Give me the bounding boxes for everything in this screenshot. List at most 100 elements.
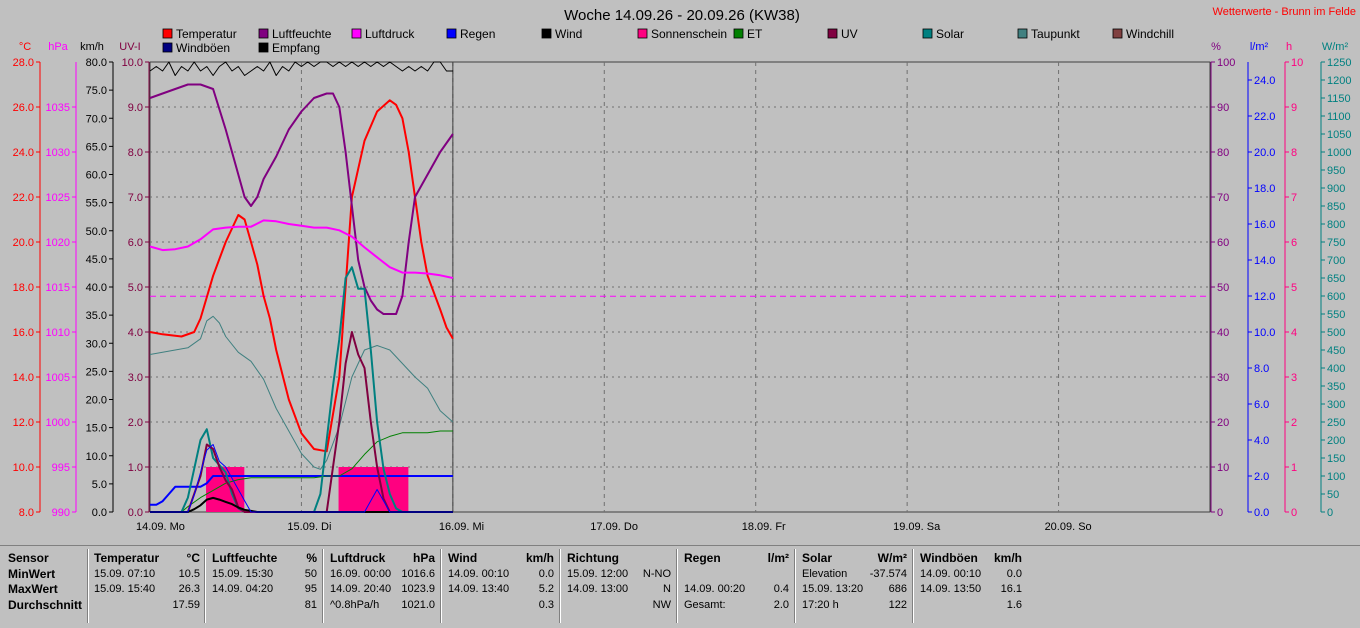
pressure-header: Luftdruck: [330, 551, 386, 565]
rain-axis-tick-label-6: 12.0: [1254, 291, 1275, 303]
legend-label-3: Regen: [460, 27, 495, 41]
rain-header: Regen: [684, 551, 721, 565]
uv-axis-tick-label-9: 9.0: [128, 102, 143, 114]
wind-axis-tick-label-14: 70.0: [86, 113, 107, 125]
pressure-min-value: 1016.6: [401, 567, 435, 580]
legend-label-0: Temperatur: [176, 27, 237, 41]
uv-axis-tick-label-6: 6.0: [128, 237, 143, 249]
stats-wind-column: Wind km/h 14.09. 00:10 0.0 14.09. 13:40 5.2…: [448, 551, 554, 628]
legend-label-1: Luftfeuchte: [272, 27, 332, 41]
gusts-avg-value: 1.6: [1006, 598, 1022, 611]
wind-axis-tick-label-12: 60.0: [86, 170, 107, 182]
uv-axis-tick-label-3: 3.0: [128, 372, 143, 384]
hum-axis-tick-label-10: 100: [1217, 57, 1235, 69]
wind-axis-tick-label-2: 10.0: [86, 451, 107, 463]
source-label: Wetterwerte - Brunn im Felde: [1213, 6, 1356, 18]
direction-min-value: N-NO: [642, 567, 671, 580]
day-label-4: 18.09. Fr: [742, 521, 786, 533]
pressure-avg-value: 1021.0: [401, 598, 435, 611]
wind-axis-tick-label-10: 50.0: [86, 226, 107, 238]
wind-header: Wind: [448, 551, 478, 565]
rain-axis-tick-label-3: 6.0: [1254, 399, 1269, 411]
rain-axis-tick-label-7: 14.0: [1254, 255, 1275, 267]
solar-avg-value: 122: [888, 598, 907, 611]
hum-axis-tick-label-5: 50: [1217, 282, 1229, 294]
solar-axis-tick-label-13: 650: [1327, 273, 1345, 285]
sun-axis-tick-label-10: 10: [1291, 57, 1303, 69]
wind-axis-tick-label-8: 40.0: [86, 282, 107, 294]
hum-axis-tick-label-6: 60: [1217, 237, 1229, 249]
rain-axis-tick-label-0: 0.0: [1254, 507, 1269, 519]
press-axis-tick-label-8: 1030: [46, 147, 70, 159]
wind-min-time: 14.09. 00:10: [448, 567, 510, 580]
temp-axis-tick-label-3: 14.0: [13, 372, 34, 384]
stats-pressure-column: Luftdruck hPa 16.09. 00:00 1016.6 14.09. 2…: [330, 551, 435, 628]
sensor-header: Sensor: [8, 551, 49, 565]
gusts-max-time: 14.09. 13:50: [920, 583, 982, 595]
stats-gusts-column: Windböen km/h 14.09. 00:10 0.0 14.09. 13:5…: [920, 551, 1022, 628]
temp-axis-title: °C: [19, 41, 31, 53]
day-label-0: 14.09. Mo: [136, 521, 185, 533]
gusts-min-time: 14.09. 00:10: [920, 567, 982, 580]
legend-swatch-12: [258, 42, 269, 53]
day-label-5: 19.09. Sa: [893, 521, 941, 533]
gusts-min-value: 0.0: [1006, 567, 1022, 580]
sun-axis-tick-label-1: 1: [1291, 462, 1297, 474]
solar-axis-tick-label-15: 750: [1327, 237, 1345, 249]
press-axis-tick-label-9: 1035: [46, 102, 70, 114]
solar-elevation-label: Elevation: [802, 567, 848, 580]
sun-axis-tick-label-7: 7: [1291, 192, 1297, 204]
temp-axis-tick-label-6: 20.0: [13, 237, 34, 249]
solar-max-value: 686: [888, 583, 907, 595]
temp-axis-tick-label-2: 12.0: [13, 417, 34, 429]
pressure-max-time: 14.09. 20:40: [330, 583, 392, 595]
legend-label-11: Windböen: [176, 41, 230, 55]
wind-axis-title: km/h: [80, 41, 104, 53]
temp-axis-tick-label-1: 10.0: [13, 462, 34, 474]
hum-axis-tick-label-4: 40: [1217, 327, 1229, 339]
wind-axis-tick-label-15: 75.0: [86, 85, 107, 97]
temp-axis-tick-label-10: 28.0: [13, 57, 34, 69]
rain-max-value: 0.4: [773, 583, 789, 595]
sun-axis-tick-label-2: 2: [1291, 417, 1297, 429]
uv-axis-tick-label-1: 1.0: [128, 462, 143, 474]
pressure-trend: ^0.8hPa/h: [330, 598, 380, 611]
rain-axis-tick-label-1: 2.0: [1254, 471, 1269, 483]
legend-swatch-11: [162, 42, 173, 53]
legend-swatch-8: [922, 28, 933, 39]
legend-swatch-3: [446, 28, 457, 39]
press-axis-tick-label-0: 990: [52, 507, 70, 519]
temperature-min-value: 10.5: [178, 567, 200, 580]
solar-axis-tick-label-18: 900: [1327, 183, 1345, 195]
sun-axis-tick-label-9: 9: [1291, 102, 1297, 114]
press-axis-title: hPa: [48, 41, 68, 53]
chart-title: Woche 14.09.26 - 20.09.26 (KW38): [564, 7, 800, 24]
statistics-panel: Sensor MinWert MaxWert Durchschnitt Temp…: [0, 545, 1360, 623]
pressure-unit: hPa: [412, 551, 435, 565]
press-axis-tick-label-2: 1000: [46, 417, 70, 429]
solar-axis-tick-label-23: 1150: [1327, 93, 1351, 105]
solar-elevation-value: -37.574: [869, 567, 907, 580]
wind-axis-tick-label-9: 45.0: [86, 254, 107, 266]
press-axis-tick-label-3: 1005: [46, 372, 70, 384]
wind-axis-tick-label-11: 55.0: [86, 198, 107, 210]
temperature-max-value: 26.3: [178, 583, 200, 595]
solar-axis-tick-label-24: 1200: [1327, 75, 1351, 87]
legend-label-12: Empfang: [272, 41, 320, 55]
rain-max-time: 14.09. 00:20: [684, 583, 746, 595]
temp-axis-tick-label-9: 26.0: [13, 102, 34, 114]
durchschnitt-label: Durchschnitt: [8, 597, 83, 612]
rain-axis-tick-label-9: 18.0: [1254, 183, 1275, 195]
legend-swatch-2: [351, 28, 362, 39]
hum-axis-tick-label-2: 20: [1217, 417, 1229, 429]
legend-label-4: Wind: [555, 27, 582, 41]
humidity-max-time: 14.09. 04:20: [212, 583, 274, 595]
press-axis-tick-label-4: 1010: [46, 327, 70, 339]
legend-label-5: Sonnenschein: [651, 27, 727, 41]
legend-swatch-9: [1017, 28, 1028, 39]
rain-axis-tick-label-4: 8.0: [1254, 363, 1269, 375]
sun-axis-tick-label-3: 3: [1291, 372, 1297, 384]
hum-axis-tick-label-3: 30: [1217, 372, 1229, 384]
uv-axis-tick-label-10: 10.0: [122, 57, 143, 69]
wind-axis-tick-label-6: 30.0: [86, 338, 107, 350]
